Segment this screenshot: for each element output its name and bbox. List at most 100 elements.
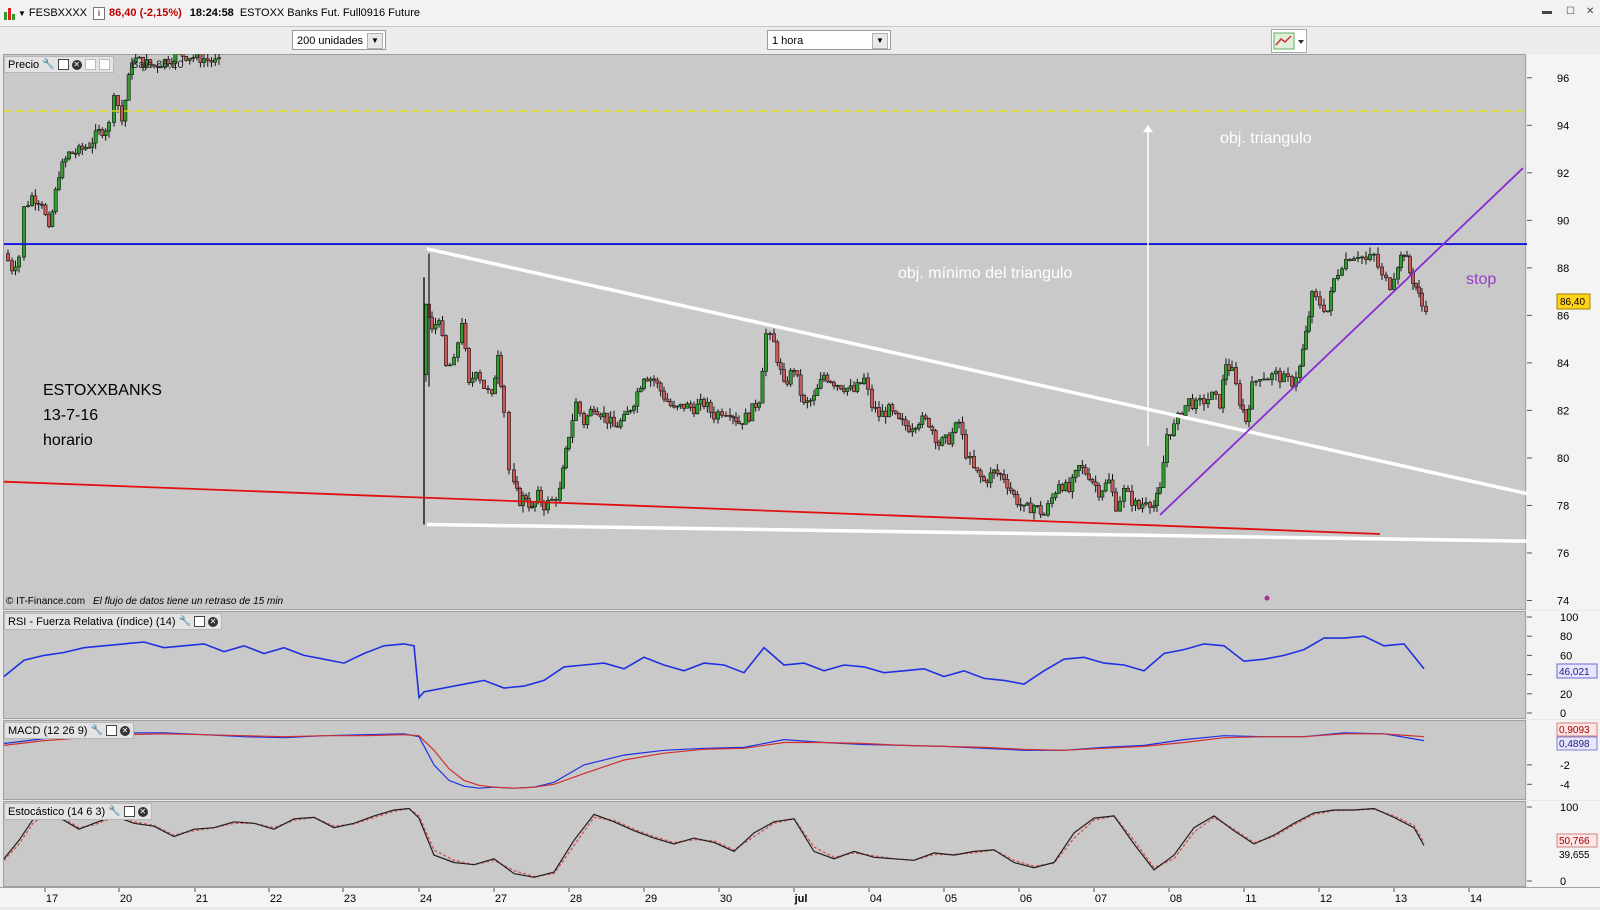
stoch-chart: 100 0 50,766 39,655 [3,802,1598,887]
candle-body [1336,274,1340,279]
candle-body [588,408,593,417]
candle-body [645,378,650,382]
candle-body [883,410,888,418]
window-icon[interactable] [193,616,205,627]
candle-body [1161,462,1166,488]
info-icon[interactable]: i [93,6,105,20]
candle-body [953,422,958,433]
candle-body [747,412,751,422]
candle-body [1368,254,1372,260]
candle-body [740,423,745,425]
y-tick-label: 94 [1557,120,1569,132]
candle-body [1137,500,1141,509]
candle-body [642,378,646,389]
chart-timeframe: horario [43,432,93,449]
candle-body [1103,482,1108,492]
y-tick-label: 80 [1560,631,1572,643]
candle-body [772,333,776,343]
wrench-icon[interactable]: 🔧 [179,616,191,627]
candle-body [1093,481,1098,486]
x-tick-label: 06 [1020,893,1032,905]
close-icon[interactable]: ✕ [71,59,82,70]
wrench-icon[interactable]: 🔧 [108,806,120,817]
candle-body [708,402,713,413]
window-icon[interactable] [105,725,117,736]
close-icon[interactable]: ✕ [207,616,218,627]
price-pane-label: Precio [8,58,40,71]
candle-body [712,411,716,420]
candle-body [1392,278,1396,290]
candle-body [923,415,928,419]
wrench-icon[interactable]: 🔧 [42,59,54,70]
interval-select[interactable]: 1 hora ▼ [767,30,891,50]
candle-body [1122,488,1126,502]
candle-body [1282,373,1286,383]
candle-body [524,495,528,499]
candle-body [1258,379,1262,382]
candle-body [452,357,456,366]
candle-body [628,409,633,412]
window-icon[interactable] [57,59,69,70]
candle-body [1073,470,1078,478]
candle-body [564,448,568,469]
candle-body [880,410,885,417]
candle-body [515,481,519,489]
x-tick-label: 21 [196,893,208,905]
candle-body [1399,254,1403,269]
candle-body [734,417,738,422]
minimize-icon[interactable]: ▬ [1542,7,1552,17]
stoch-pane-label: Estocástico (14 6 3) [8,805,106,818]
candle-body [1057,484,1061,494]
chevron-down-icon[interactable]: ▼ [367,33,383,49]
maximize-icon[interactable]: ☐ [1566,7,1576,17]
date-axis-labels: 17 20 21 22 23 24 27 28 29 30 jul 04 05 06 07 08 11 12 13 1… [44,888,1482,905]
candle-body [486,388,490,391]
wrench-icon[interactable]: 🔧 [90,725,102,736]
candle-body [26,205,30,207]
copy-icon[interactable] [84,59,96,70]
candle-body [982,476,986,482]
candle-body [900,418,905,421]
macd-pane-label: MACD (12 26 9) [8,724,88,737]
candle-body [913,427,918,430]
instrument-name: ESTOXX Banks Fut. Full0916 Future [239,7,420,19]
x-tick-label: 14 [1470,893,1482,905]
candle-body [1080,465,1085,468]
symbol-label: FESBXXXX [28,7,87,19]
units-select[interactable]: 200 unidades ▼ [292,30,386,50]
candle-body [1077,465,1081,471]
candle-body [493,377,497,395]
candle-body [1286,373,1290,377]
candle-body [1360,256,1364,259]
candle-body [785,380,790,385]
candle-body [943,434,948,438]
candles-icon[interactable] [4,6,16,20]
candle-body [988,472,993,484]
candle-body [1250,381,1254,410]
candle-body [947,434,951,445]
export-icon[interactable] [98,59,110,70]
candle-body [818,378,823,389]
chevron-down-icon[interactable]: ▼ [872,33,888,49]
candle-body [499,355,503,387]
close-icon[interactable]: ✕ [1586,7,1596,17]
close-icon[interactable]: ✕ [119,725,130,736]
candle-body [1304,330,1308,350]
candle-body [720,411,724,416]
candle-body [107,122,111,132]
x-tick-label: 13 [1395,893,1407,905]
candle-body [1114,491,1118,512]
x-tick-label: 29 [645,893,657,905]
candle-body [950,432,955,445]
chevron-down-icon[interactable]: ▼ [18,9,26,18]
candle-body [855,382,860,392]
candle-body [968,456,972,459]
candle-body [1035,505,1040,507]
candle-body [852,385,856,392]
candle-body [1070,477,1075,492]
chart-tools-button[interactable] [1271,29,1307,53]
candle-body [6,253,10,262]
window-icon[interactable] [123,806,135,817]
close-icon[interactable]: ✕ [137,806,148,817]
candle-body [595,411,600,416]
